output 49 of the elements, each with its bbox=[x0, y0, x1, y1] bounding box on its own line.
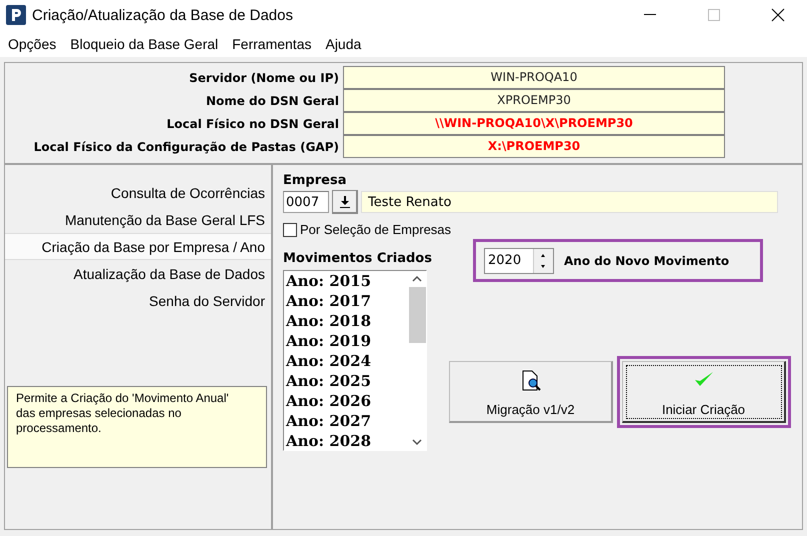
list-item[interactable]: Ano: 2015 bbox=[286, 271, 408, 291]
spin-buttons[interactable] bbox=[533, 248, 553, 272]
help-text: Permite a Criação do 'Movimento Anual' das empresas selecionadas no processamento. bbox=[7, 386, 267, 468]
list-item[interactable]: Ano: 2017 bbox=[286, 291, 408, 311]
window-title: Criação/Atualização da Base de Dados bbox=[32, 6, 294, 24]
list-item[interactable]: Ano: 2019 bbox=[286, 331, 408, 351]
action-button[interactable]: Migração v1/v2 bbox=[449, 361, 613, 423]
checkbox-label: Por Seleção de Empresas bbox=[300, 222, 452, 237]
menu-item[interactable]: Ajuda bbox=[319, 36, 370, 52]
info-label: Servidor (Nome ou IP) bbox=[188, 70, 339, 87]
list-item[interactable]: Ano: 2018 bbox=[286, 311, 408, 331]
menu-item[interactable]: Ferramentas bbox=[226, 36, 320, 52]
list-item[interactable]: Ano: 2027 bbox=[286, 411, 408, 431]
info-value: X:\PROEMP30 bbox=[343, 135, 725, 158]
info-value: \\WIN-PROQA10\X\PROEMP30 bbox=[343, 112, 725, 135]
year-label: Ano do Novo Movimento bbox=[564, 254, 730, 268]
sidebar-item[interactable]: Senha do Servidor bbox=[5, 287, 271, 314]
download-button[interactable] bbox=[332, 190, 358, 214]
info-value: XPROEMP30 bbox=[343, 89, 725, 112]
info-value: WIN-PROQA10 bbox=[343, 66, 725, 89]
company-name-field[interactable]: Teste Renato bbox=[361, 191, 778, 213]
document-magnifier-icon bbox=[520, 370, 542, 392]
info-label: Local Físico da Configuração de Pastas (GAP) bbox=[32, 139, 339, 156]
sidebar-item[interactable]: Manutenção da Base Geral LFS bbox=[5, 206, 271, 233]
checkbox[interactable] bbox=[283, 222, 297, 236]
years-list[interactable]: Ano: 2015 Ano: 2017 Ano: 2018 Ano: 2019 Ano: 2024 Ano: 2025 Ano: 2026 Ano: 2027 Ano: 2028 bbox=[283, 270, 427, 451]
minimize-icon bbox=[644, 14, 656, 16]
sidebar-item[interactable]: Criação da Base por Empresa / Ano bbox=[5, 233, 271, 260]
menu-item[interactable]: Bloqueio da Base Geral bbox=[64, 36, 226, 52]
list-item[interactable]: Ano: 2025 bbox=[286, 371, 408, 391]
download-icon bbox=[340, 196, 350, 208]
app-logo-icon bbox=[6, 5, 26, 25]
info-label: Nome do DSN Geral bbox=[204, 93, 339, 110]
action-button[interactable]: Iniciar Criação bbox=[622, 361, 786, 423]
close-icon bbox=[771, 8, 785, 22]
maximize-icon bbox=[708, 9, 720, 21]
list-item[interactable]: Ano: 2024 bbox=[286, 351, 408, 371]
year-spinner[interactable]: 2020 bbox=[484, 248, 554, 274]
list-label: Movimentos Criados bbox=[283, 251, 433, 266]
sidebar-item[interactable]: Atualização da Base de Dados bbox=[5, 260, 271, 287]
sidebar-item[interactable]: Consulta de Ocorrências bbox=[5, 179, 271, 206]
checkmark-icon bbox=[694, 370, 714, 388]
info-label: Local Físico no DSN Geral bbox=[166, 116, 339, 133]
list-item[interactable]: Ano: 2028 bbox=[286, 431, 408, 450]
year-field[interactable]: 2020 bbox=[485, 248, 533, 272]
menu-item[interactable]: Opções bbox=[2, 36, 64, 52]
company-code-field[interactable]: 0007 bbox=[283, 191, 329, 213]
empresa-label: Empresa bbox=[283, 173, 348, 188]
list-item[interactable]: Ano: 2026 bbox=[286, 391, 408, 411]
